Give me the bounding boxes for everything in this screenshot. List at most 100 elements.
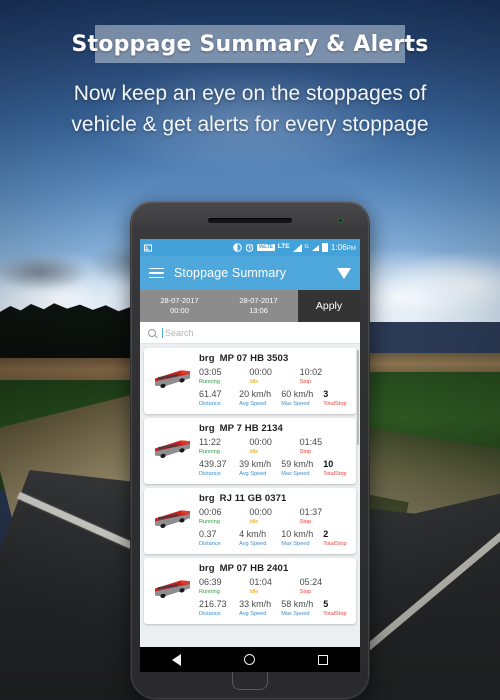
max-speed-value: 58 km/h <box>281 599 314 609</box>
total-stop-value: 10 <box>323 459 334 469</box>
vehicle-card[interactable]: brg MP 7 HB 2134 11:22 Running 00:00 Idle 01:4… <box>144 418 356 484</box>
total-stop-label: TotalStop <box>323 401 347 407</box>
signal2-icon <box>311 244 319 251</box>
max-speed-label: Max Speed <box>281 541 310 547</box>
running-value: 06:39 <box>199 577 222 587</box>
bus-icon <box>150 493 194 548</box>
to-time: 13:06 <box>249 306 268 315</box>
running-label: Running <box>199 519 220 525</box>
vehicle-plate: brg MP 07 HB 2401 <box>199 563 350 574</box>
duration-row: 11:22 Running 00:00 Idle 01:45 Stop <box>199 437 350 456</box>
promo-title-band: Stoppage Summary & Alerts <box>72 25 428 63</box>
to-date-picker[interactable]: 28-07-2017 13:06 <box>219 290 298 322</box>
distance-label: Distance <box>199 611 221 617</box>
search-caret <box>162 327 163 338</box>
max-speed-label: Max Speed <box>281 471 310 477</box>
avg-speed-label: Avg Speed <box>239 541 267 547</box>
search-icon <box>148 328 156 337</box>
home-icon[interactable] <box>243 654 255 665</box>
front-camera <box>338 218 343 223</box>
distance-value: 0.37 <box>199 529 217 539</box>
metrics-row: 0.37 Distance 4 km/h Avg Speed 10 km/h Max Sp… <box>199 529 350 548</box>
from-date: 28-07-2017 <box>160 296 199 305</box>
screenshot-icon <box>144 244 152 252</box>
idle-value: 00:00 <box>249 437 272 447</box>
vehicle-number: MP 07 HB 3503 <box>219 353 289 364</box>
idle-value: 00:00 <box>249 367 272 377</box>
vehicle-plate: brg MP 7 HB 2134 <box>199 423 350 434</box>
avg-speed-value: 33 km/h <box>239 599 272 609</box>
vehicle-card[interactable]: brg RJ 11 GB 0371 00:06 Running 00:00 Idle 01:… <box>144 488 356 554</box>
duration-row: 03:05 Running 00:00 Idle 10:02 Stop <box>199 367 350 386</box>
total-stop-label: TotalStop <box>323 541 347 547</box>
stop-label: Stop <box>299 379 312 385</box>
vehicle-number: RJ 11 GB 0371 <box>219 493 287 504</box>
phone-mockup: VoLTE LTE G 1:06PM Stoppage Summary 28-0… <box>130 201 370 700</box>
apply-button[interactable]: Apply <box>298 290 360 322</box>
running-label: Running <box>199 379 220 385</box>
max-speed-label: Max Speed <box>281 401 310 407</box>
status-bar-clock: 1:06PM <box>331 243 356 252</box>
max-speed-value: 59 km/h <box>281 459 314 469</box>
from-date-picker[interactable]: 28-07-2017 00:00 <box>140 290 219 322</box>
idle-label: Idle <box>249 379 259 385</box>
vehicle-card[interactable]: brg MP 07 HB 3503 03:05 Running 00:00 Idle 10:… <box>144 348 356 414</box>
running-value: 00:06 <box>199 507 222 517</box>
total-stop-value: 5 <box>323 599 329 609</box>
vehicle-card[interactable]: brg MP 07 HB 2401 06:39 Running 01:04 Idle 05:… <box>144 558 356 624</box>
avg-speed-label: Avg Speed <box>239 401 267 407</box>
duration-row: 06:39 Running 01:04 Idle 05:24 Stop <box>199 577 350 596</box>
avg-speed-value: 20 km/h <box>239 389 272 399</box>
running-value: 03:05 <box>199 367 222 377</box>
idle-value: 01:04 <box>249 577 272 587</box>
total-stop-label: TotalStop <box>323 611 347 617</box>
idle-label: Idle <box>249 589 259 595</box>
distance-value: 216.73 <box>199 599 227 609</box>
promo-subtitle: Now keep an eye on the stoppages of vehi… <box>71 82 429 136</box>
volte-icon: VoLTE <box>256 244 275 251</box>
do-not-disturb-icon <box>232 243 242 252</box>
metrics-row: 216.73 Distance 33 km/h Avg Speed 58 km/h Max… <box>199 599 350 618</box>
list-scrollbar[interactable] <box>357 350 359 445</box>
search-input[interactable]: Search <box>165 328 194 338</box>
idle-value: 00:00 <box>249 507 272 517</box>
page-title: Stoppage Summary <box>174 266 287 280</box>
avg-speed-label: Avg Speed <box>239 471 267 477</box>
roaming-icon: G <box>304 243 309 250</box>
signal-icon <box>292 243 302 252</box>
stop-label: Stop <box>299 519 312 525</box>
running-value: 11:22 <box>199 437 221 447</box>
from-time: 00:00 <box>170 306 189 315</box>
lte-icon: LTE <box>277 243 290 251</box>
alarm-icon <box>245 243 254 252</box>
promo-title: Stoppage Summary & Alerts <box>71 31 429 57</box>
distance-label: Distance <box>199 401 221 407</box>
total-stop-label: TotalStop <box>323 471 347 477</box>
distance-label: Distance <box>199 471 221 477</box>
recents-icon[interactable] <box>318 654 329 665</box>
vehicle-group: brg <box>199 353 215 364</box>
search-bar[interactable]: Search <box>140 322 360 344</box>
duration-row: 00:06 Running 00:00 Idle 01:37 Stop <box>199 507 350 526</box>
idle-label: Idle <box>249 449 259 455</box>
earpiece-speaker <box>208 218 292 223</box>
total-stop-value: 2 <box>323 529 329 539</box>
stop-value: 01:37 <box>299 507 323 517</box>
vehicle-plate: brg MP 07 HB 3503 <box>199 353 350 364</box>
back-icon[interactable] <box>171 653 181 666</box>
clock-meridiem: PM <box>346 246 356 252</box>
bus-icon <box>150 423 194 478</box>
vehicle-number: MP 07 HB 2401 <box>219 563 289 574</box>
vehicle-list[interactable]: brg MP 07 HB 3503 03:05 Running 00:00 Idle 10:… <box>140 344 360 647</box>
filter-icon[interactable] <box>337 267 351 279</box>
vehicle-number: MP 7 HB 2134 <box>219 423 283 434</box>
bus-icon <box>150 563 194 618</box>
clock-time: 1:06 <box>330 243 347 252</box>
hamburger-icon[interactable] <box>149 267 164 279</box>
date-filter-row: 28-07-2017 00:00 28-07-2017 13:06 Apply <box>140 290 360 322</box>
running-label: Running <box>199 589 220 595</box>
stop-label: Stop <box>299 589 312 595</box>
running-label: Running <box>199 449 220 455</box>
avg-speed-label: Avg Speed <box>239 611 267 617</box>
metrics-row: 61.47 Distance 20 km/h Avg Speed 60 km/h Max … <box>199 389 350 408</box>
